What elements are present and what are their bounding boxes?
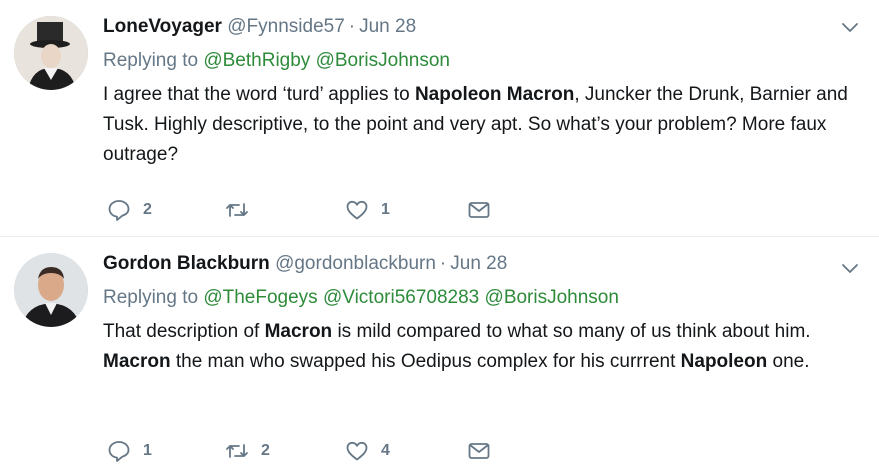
like-count: 4 — [381, 442, 390, 459]
like-button[interactable]: 4 — [345, 439, 390, 463]
tweet-text-bold: Macron — [103, 351, 171, 372]
reply-icon — [108, 441, 130, 462]
display-name[interactable]: Gordon Blackburn — [103, 253, 270, 274]
tweet-date[interactable]: Jun 28 — [359, 16, 416, 37]
mention-link[interactable]: @BorisJohnson — [316, 50, 450, 71]
reply-button[interactable]: 1 — [107, 439, 152, 463]
replying-to: Replying to @BethRigby @BorisJohnson — [103, 48, 859, 74]
replying-prefix: Replying to — [103, 287, 199, 308]
replying-to: Replying to @TheFogeys @Victori56708283 … — [103, 285, 859, 311]
tweet-text-part: the man who swapped his Oedipus complex … — [170, 351, 681, 372]
envelope-icon — [468, 202, 490, 218]
tweet[interactable]: LoneVoyager @Fynnside57 · Jun 28 Replying … — [0, 0, 879, 236]
action-bar: 1 2 4 — [103, 439, 523, 463]
mention-link[interactable]: @TheFogeys — [203, 287, 317, 308]
tweet-text-bold: Macron — [264, 321, 333, 342]
retweet-icon — [226, 444, 248, 458]
tweet-text-part: That description of — [103, 321, 265, 342]
retweet-icon — [226, 203, 248, 217]
tweet-text-part: is mild compared to what so many of us t… — [332, 321, 811, 342]
tweet-text-part: I agree that the word ‘turd’ applies to — [103, 84, 415, 105]
avatar-image — [14, 253, 88, 327]
reply-button[interactable]: 2 — [107, 198, 152, 222]
retweet-button[interactable] — [225, 198, 261, 222]
direct-message-button[interactable] — [467, 439, 491, 463]
replying-prefix: Replying to — [103, 50, 199, 71]
reply-count: 2 — [143, 201, 152, 218]
like-button[interactable]: 1 — [345, 198, 390, 222]
retweet-button[interactable]: 2 — [225, 439, 270, 463]
chevron-down-icon[interactable] — [841, 20, 859, 34]
envelope-icon — [468, 443, 490, 459]
reply-icon — [108, 200, 130, 221]
tweet-date[interactable]: Jun 28 — [450, 253, 507, 274]
display-name[interactable]: LoneVoyager — [103, 16, 222, 37]
avatar[interactable] — [14, 253, 88, 327]
tweet[interactable]: Gordon Blackburn @gordonblackburn · Jun 28… — [0, 236, 879, 474]
tweet-text: I agree that the word ‘turd’ applies to … — [103, 80, 859, 170]
tweet-text-bold: Napoleon — [680, 351, 768, 372]
avatar-image — [14, 16, 88, 90]
reply-count: 1 — [143, 442, 152, 459]
direct-message-button[interactable] — [467, 198, 491, 222]
user-handle[interactable]: @Fynnside57 — [227, 16, 345, 37]
user-handle[interactable]: @gordonblackburn — [275, 253, 436, 274]
avatar[interactable] — [14, 16, 88, 90]
separator-dot: · — [348, 16, 356, 37]
heart-icon — [346, 200, 368, 220]
tweet-text-bold: Napoleon Macron — [414, 84, 575, 105]
retweet-count: 2 — [261, 442, 270, 459]
separator-dot: · — [439, 253, 447, 274]
action-bar: 2 1 — [103, 198, 523, 222]
tweet-text: That description of Macron is mild compa… — [103, 317, 859, 377]
heart-icon — [346, 441, 368, 461]
mention-link[interactable]: @BorisJohnson — [485, 287, 619, 308]
chevron-down-icon[interactable] — [841, 261, 859, 275]
mention-link[interactable]: @Victori56708283 — [323, 287, 479, 308]
like-count: 1 — [381, 201, 390, 218]
mention-link[interactable]: @BethRigby — [203, 50, 310, 71]
tweet-text-part: one. — [767, 351, 810, 372]
